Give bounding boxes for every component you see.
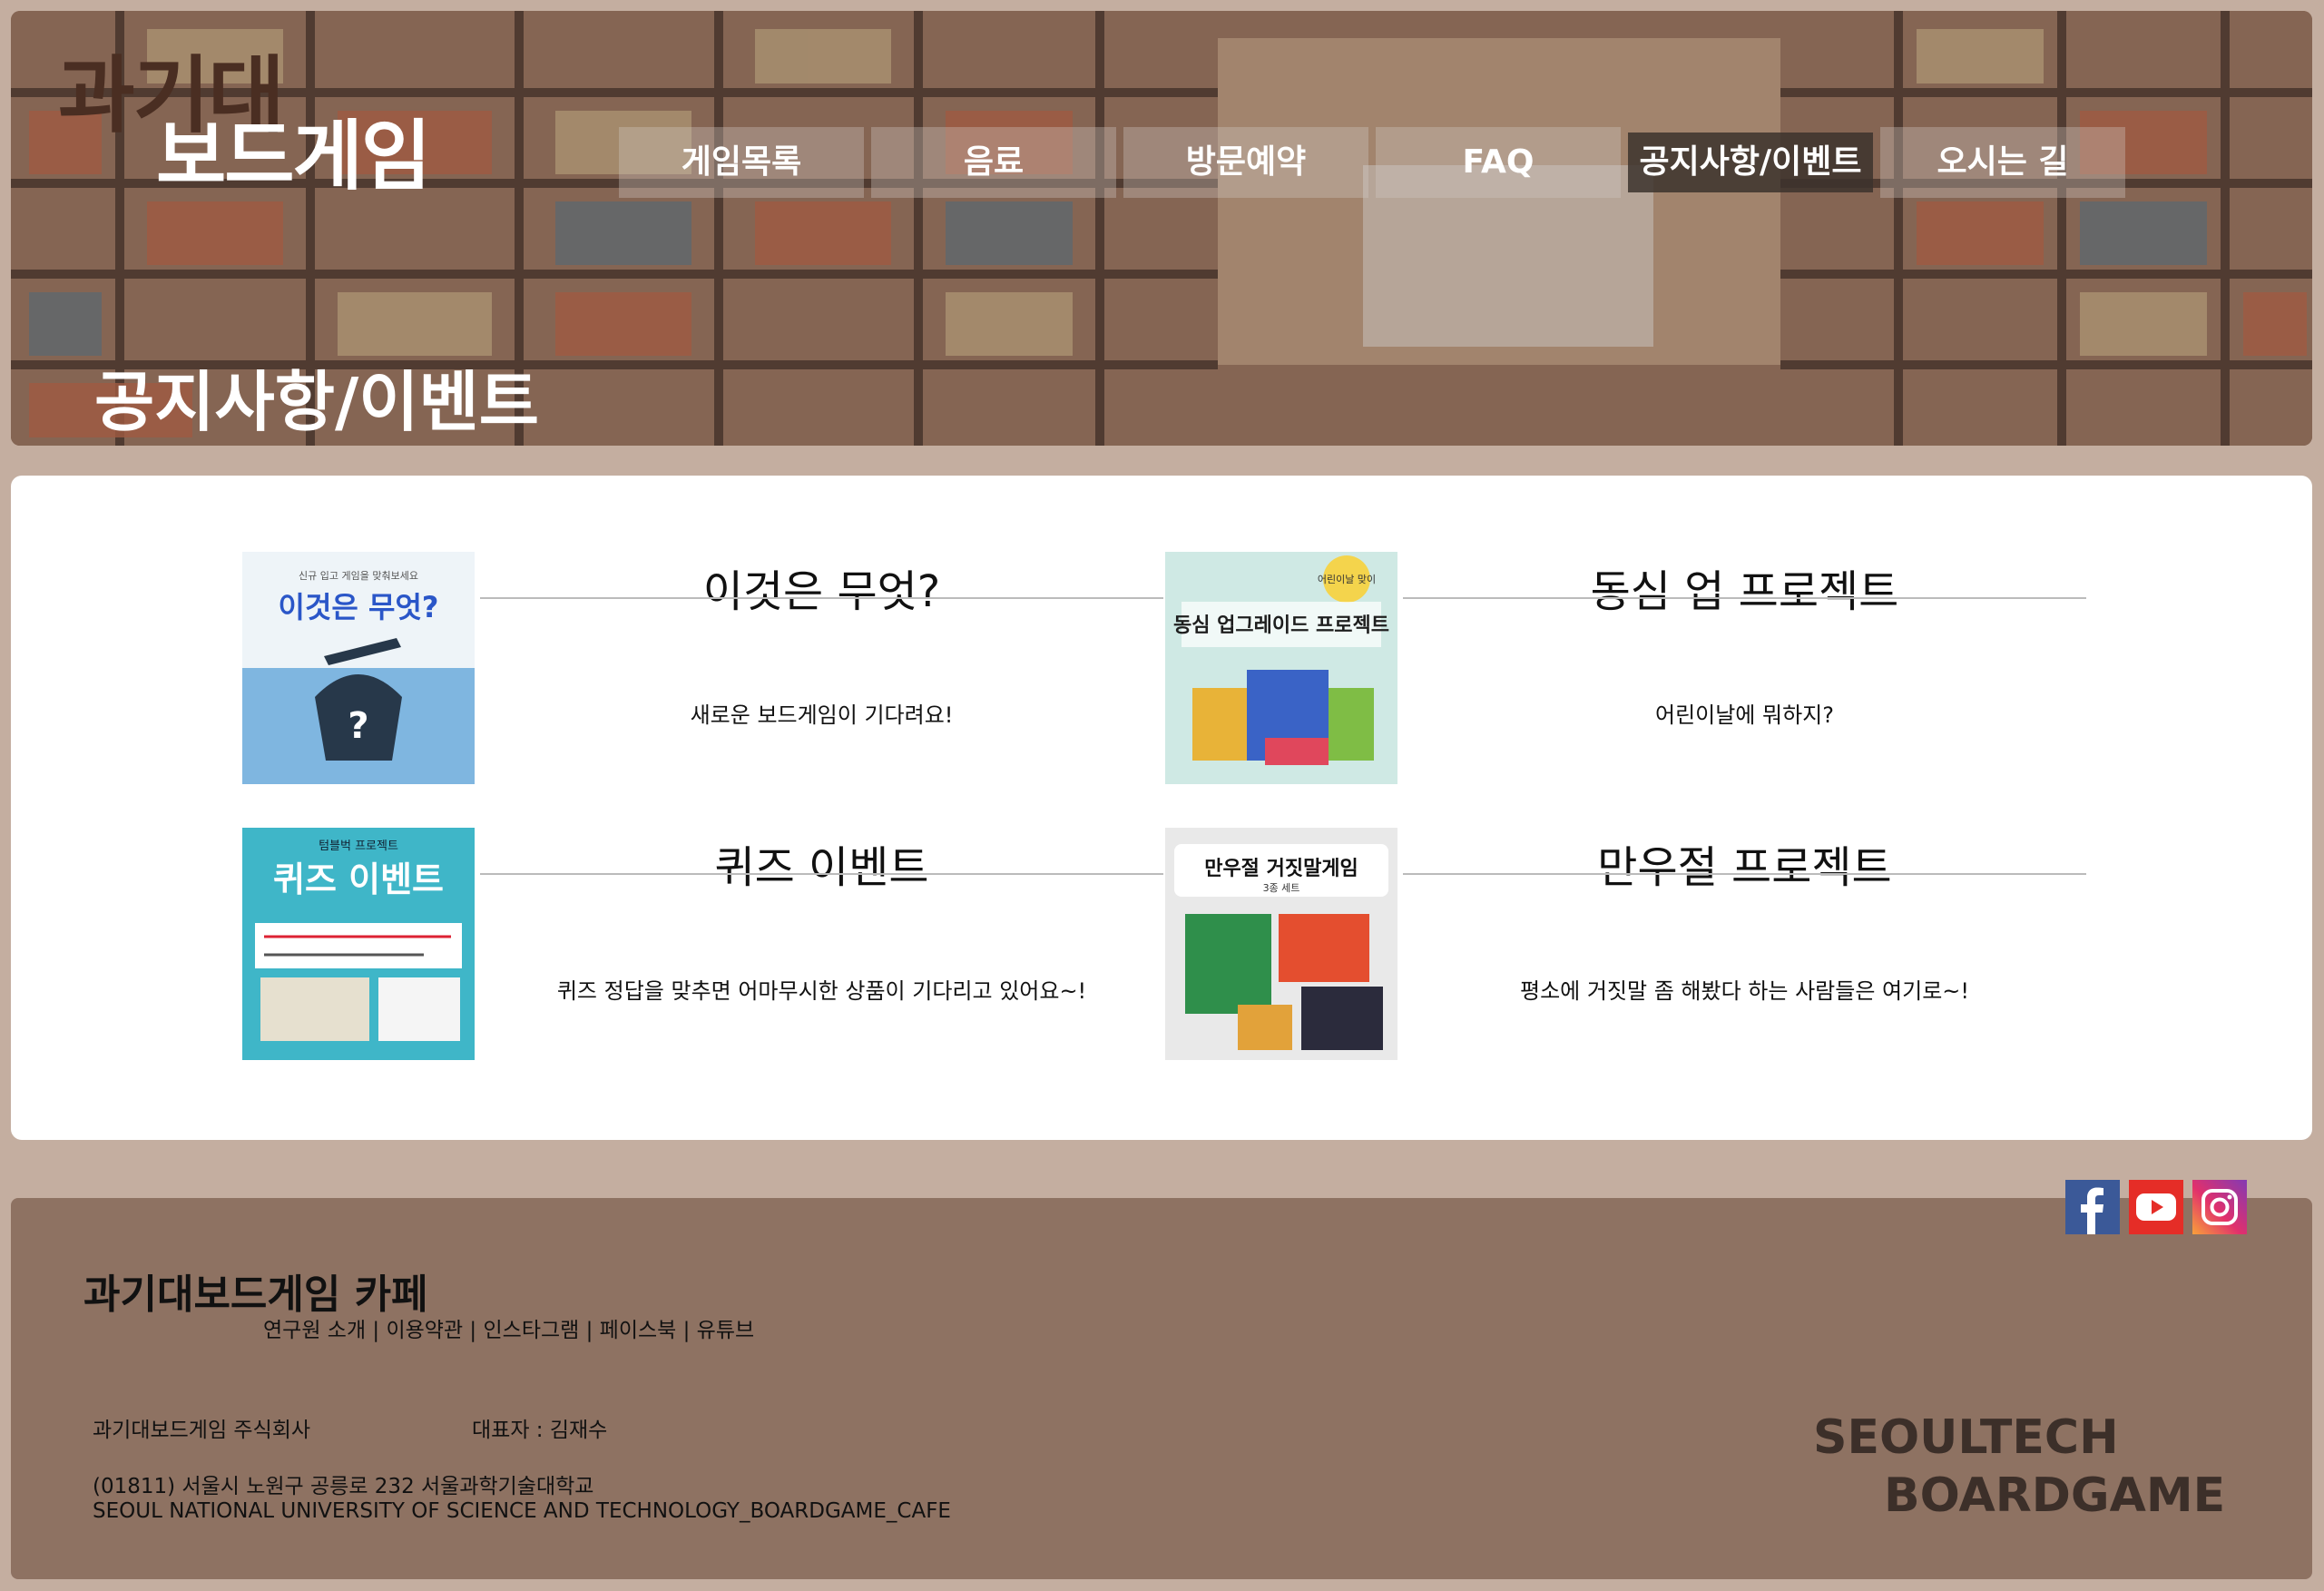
event-card-quiz[interactable]: 텀블벅 프로젝트 퀴즈 이벤트 퀴즈 이벤트 퀴즈 정답을 맞추면 어마무시한 … bbox=[242, 828, 1163, 1060]
svg-text:만우절 거짓말게임: 만우절 거짓말게임 bbox=[1204, 858, 1358, 880]
footer-brand-line1: SEOULTECH bbox=[1813, 1410, 2119, 1465]
event-card-april-fools[interactable]: 만우절 거짓말게임 3종 세트 만우절 프로젝트 평소에 거짓말 좀 해봤다 하… bbox=[1165, 828, 2086, 1060]
footer-brand-line2: BOARDGAME bbox=[1884, 1468, 2226, 1523]
mystery-bag-icon[interactable]: 신규 입고 게임을 맞춰보세요 이것은 무엇? ? bbox=[242, 552, 475, 784]
event-description: 새로운 보드게임이 기다려요! bbox=[690, 702, 954, 728]
svg-text:어린이날 맞이: 어린이날 맞이 bbox=[1318, 574, 1376, 585]
quiz-board-icon[interactable]: 텀블벅 프로젝트 퀴즈 이벤트 bbox=[242, 828, 475, 1060]
event-description: 평소에 거짓말 좀 해봤다 하는 사람들은 여기로~! bbox=[1519, 978, 1970, 1004]
nav-item-directions[interactable]: 오시는 길 bbox=[1880, 127, 2125, 198]
divider bbox=[1403, 873, 2086, 875]
event-card-childhood[interactable]: 어린이날 맞이 동심 업그레이드 프로젝트 동심 업 프로젝트 어린이날에 뭐하… bbox=[1165, 552, 2086, 784]
svg-text:이것은 무엇?: 이것은 무엇? bbox=[279, 590, 439, 624]
nav-item-drinks[interactable]: 음료 bbox=[871, 127, 1116, 198]
footer-ceo: 대표자 : 김재수 bbox=[472, 1419, 608, 1442]
nav-item-notice-event[interactable]: 공지사항/이벤트 bbox=[1628, 133, 1873, 192]
footer-links[interactable]: 연구원 소개 | 이용약관 | 인스타그램 | 페이스북 | 유튜브 bbox=[263, 1312, 754, 1343]
event-title[interactable]: 퀴즈 이벤트 bbox=[480, 844, 1163, 892]
main-nav: 게임목록 음료 방문예약 FAQ 공지사항/이벤트 오시는 길 bbox=[619, 127, 2136, 198]
divider bbox=[480, 873, 1163, 875]
footer-company: 과기대보드게임 주식회사 bbox=[93, 1419, 311, 1442]
nav-item-game-list[interactable]: 게임목록 bbox=[619, 127, 864, 198]
event-card-mystery[interactable]: 신규 입고 게임을 맞춰보세요 이것은 무엇? ? 이것은 무엇? 새로운 보드… bbox=[242, 552, 1163, 784]
hero-banner: 과기대 보드게임 게임목록 음료 방문예약 FAQ 공지사항/이벤트 오시는 길… bbox=[11, 11, 2312, 446]
svg-text:신규 입고 게임을 맞춰보세요: 신규 입고 게임을 맞춰보세요 bbox=[299, 570, 418, 582]
event-title[interactable]: 동심 업 프로젝트 bbox=[1403, 568, 2086, 616]
event-title[interactable]: 만우절 프로젝트 bbox=[1403, 844, 2086, 892]
site-footer: 과기대보드게임 카페 연구원 소개 | 이용약관 | 인스타그램 | 페이스북 … bbox=[11, 1198, 2312, 1579]
event-description: 어린이날에 뭐하지? bbox=[1654, 702, 1834, 728]
divider bbox=[480, 597, 1163, 599]
footer-cafe-name: 과기대보드게임 카페 bbox=[83, 1272, 428, 1318]
nav-item-reservation[interactable]: 방문예약 bbox=[1123, 127, 1368, 198]
boardgame-boxes-icon[interactable]: 어린이날 맞이 동심 업그레이드 프로젝트 bbox=[1165, 552, 1397, 784]
event-description: 퀴즈 정답을 맞추면 어마무시한 상품이 기다리고 있어요~! bbox=[556, 978, 1087, 1004]
svg-text:3종 세트: 3종 세트 bbox=[1263, 882, 1300, 894]
footer-english-name: SEOUL NATIONAL UNIVERSITY OF SCIENCE AND… bbox=[93, 1499, 951, 1523]
bluff-games-icon[interactable]: 만우절 거짓말게임 3종 세트 bbox=[1165, 828, 1397, 1060]
footer-address: (01811) 서울시 노원구 공릉로 232 서울과학기술대학교 bbox=[93, 1475, 594, 1498]
svg-text:퀴즈 이벤트: 퀴즈 이벤트 bbox=[273, 859, 444, 899]
youtube-icon[interactable] bbox=[2129, 1180, 2183, 1234]
event-title[interactable]: 이것은 무엇? bbox=[480, 568, 1163, 616]
svg-text:동심 업그레이드 프로젝트: 동심 업그레이드 프로젝트 bbox=[1173, 614, 1389, 637]
logo-text-bottom[interactable]: 보드게임 bbox=[156, 118, 431, 194]
facebook-icon[interactable] bbox=[2065, 1180, 2120, 1234]
nav-item-faq[interactable]: FAQ bbox=[1376, 127, 1621, 198]
divider bbox=[1403, 597, 2086, 599]
svg-text:텀블벅 프로젝트: 텀블벅 프로젝트 bbox=[319, 840, 398, 853]
event-list-panel: 신규 입고 게임을 맞춰보세요 이것은 무엇? ? 이것은 무엇? 새로운 보드… bbox=[11, 476, 2312, 1140]
svg-text:?: ? bbox=[348, 705, 368, 747]
instagram-icon[interactable] bbox=[2192, 1180, 2247, 1234]
page-title: 공지사항/이벤트 bbox=[94, 364, 539, 440]
